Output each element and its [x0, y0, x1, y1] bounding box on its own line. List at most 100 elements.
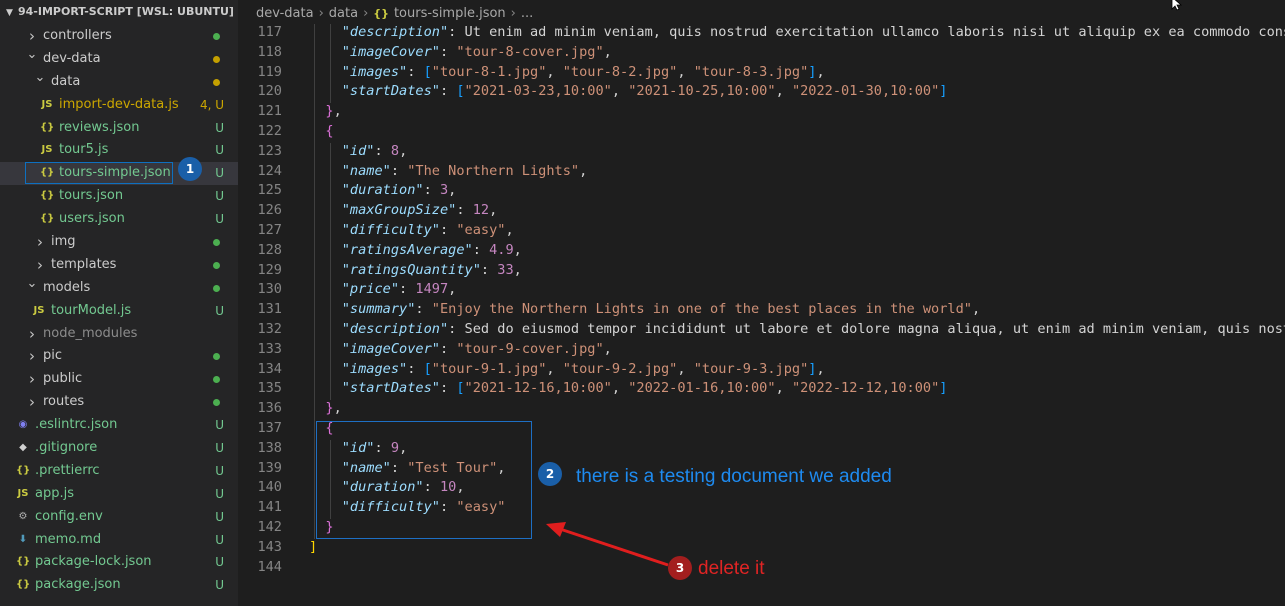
tree-item-label: tourModel.js — [51, 302, 132, 318]
tree-item-label: .prettierrc — [35, 462, 100, 478]
code-text[interactable]: "images": ["tour-8-1.jpg", "tour-8-2.jpg… — [309, 63, 825, 83]
javascript-file-icon: JS — [17, 487, 29, 499]
tree-item-label: tours.json — [59, 188, 124, 204]
file-item[interactable]: JS import-dev-data.js 4, U — [0, 94, 238, 117]
code-text[interactable]: "images": ["tour-9-1.jpg", "tour-9-2.jpg… — [309, 360, 825, 380]
gear-icon: ⚙ — [18, 510, 28, 522]
code-text[interactable]: "startDates": ["2021-12-16,10:00", "2022… — [309, 379, 948, 399]
step-badge-3: 3 — [668, 556, 692, 580]
code-text[interactable]: "id": 8, — [309, 142, 408, 162]
code-text[interactable]: "description": Sed do eiusmod tempor inc… — [309, 320, 1285, 340]
code-text[interactable]: { — [309, 122, 333, 142]
line-number: 142 — [257, 519, 282, 535]
file-item[interactable]: {} reviews.json U — [0, 117, 238, 140]
folder-item[interactable]: › pic — [0, 345, 238, 368]
breadcrumb-item[interactable]: dev-data — [256, 6, 314, 21]
code-text[interactable]: "imageCover": "tour-8-cover.jpg", — [309, 43, 612, 63]
tree-item-label: controllers — [43, 28, 112, 43]
tree-item-label: dev-data — [43, 50, 101, 66]
file-item[interactable]: ⚙ config.env U — [0, 506, 238, 529]
tree-item-label: .eslintrc.json — [35, 417, 118, 433]
tree-item-label: reviews.json — [59, 119, 140, 135]
code-text[interactable]: }, — [309, 399, 341, 419]
line-number: 131 — [257, 301, 282, 318]
tree-item-label: package-lock.json — [35, 554, 152, 570]
git-status: U — [215, 303, 224, 318]
code-text[interactable]: "summary": "Enjoy the Northern Lights in… — [309, 300, 980, 320]
arrow-icon — [546, 522, 669, 567]
line-number: 138 — [257, 439, 282, 456]
breadcrumb-file[interactable]: tours-simple.json — [394, 6, 506, 21]
code-text[interactable]: "ratingsQuantity": 33, — [309, 261, 522, 281]
code-line: 125 "duration": 3, — [238, 181, 1285, 201]
git-status: U — [215, 441, 224, 456]
code-text[interactable]: "description": Ut enim ad minim veniam, … — [309, 24, 1285, 43]
git-status: U — [215, 486, 224, 501]
line-number: 129 — [257, 261, 282, 278]
code-text[interactable]: "ratingsAverage": 4.9, — [309, 241, 522, 261]
file-item[interactable]: ⬇ memo.md U — [0, 529, 238, 552]
line-number: 127 — [257, 222, 282, 238]
tree-item-label: config.env — [35, 508, 103, 524]
folder-item[interactable]: › public — [0, 368, 238, 391]
line-number: 119 — [257, 63, 282, 80]
code-text[interactable]: "price": 1497, — [309, 280, 457, 300]
code-text[interactable]: "maxGroupSize": 12, — [309, 201, 498, 221]
step-badge-2: 2 — [538, 462, 562, 486]
modified-dot-icon — [213, 78, 220, 86]
file-item[interactable]: JS app.js U — [0, 483, 238, 506]
mouse-pointer-icon — [1171, 0, 1183, 11]
line-number: 121 — [257, 103, 282, 120]
breadcrumb-item[interactable]: data — [329, 6, 358, 21]
code-text[interactable]: "difficulty": "easy", — [309, 221, 514, 241]
file-item[interactable]: {} tours-simple.json U — [0, 162, 238, 186]
json-file-icon: {} — [40, 121, 55, 133]
code-text[interactable]: "imageCover": "tour-9-cover.jpg", — [309, 340, 612, 360]
folder-item[interactable]: › routes — [0, 391, 238, 414]
line-number: 136 — [257, 400, 282, 417]
tree-item-label: package.json — [35, 577, 121, 593]
breadcrumb-more[interactable]: ... — [521, 6, 533, 21]
file-item[interactable]: {} package-lock.json U — [0, 551, 238, 574]
code-line: 135 "startDates": ["2021-12-16,10:00", "… — [238, 379, 1285, 399]
tree-item-label: pic — [43, 348, 63, 364]
file-item[interactable]: {} .prettierrc U — [0, 460, 238, 483]
code-line: 123 "id": 8, — [238, 142, 1285, 162]
modified-dot-icon — [213, 284, 220, 292]
explorer-header[interactable]: ▼ 94-IMPORT-SCRIPT [WSL: UBUNTU] — [0, 0, 238, 24]
code-text[interactable]: }, — [309, 102, 341, 122]
file-item[interactable]: ◉ .eslintrc.json U — [0, 414, 238, 437]
file-item[interactable]: ◆ .gitignore U — [0, 437, 238, 460]
line-number: 128 — [257, 241, 282, 258]
code-text[interactable]: ] — [309, 538, 317, 558]
tree-item-label: templates — [51, 256, 117, 272]
folder-item[interactable]: ⌄ models — [0, 276, 238, 300]
file-item[interactable]: JS tourModel.js U — [0, 300, 238, 323]
code-line: 133 "imageCover": "tour-9-cover.jpg", — [238, 340, 1285, 360]
chevron-right-icon: › — [29, 393, 35, 412]
line-number: 125 — [257, 182, 282, 199]
modified-dot-icon — [213, 353, 220, 361]
folder-item[interactable]: ⌄ data — [0, 70, 238, 94]
line-number: 135 — [257, 380, 282, 397]
json-file-icon: {} — [373, 7, 389, 20]
tree-item-label: routes — [43, 394, 85, 410]
tree-item-label: public — [43, 371, 83, 387]
file-item[interactable]: JS tour5.js U — [0, 139, 238, 162]
file-item[interactable]: {} package.json U — [0, 574, 238, 597]
folder-item[interactable]: › node_modules — [0, 323, 238, 346]
file-item[interactable]: {} users.json U — [0, 208, 238, 231]
code-text[interactable]: "startDates": ["2021-03-23,10:00", "2021… — [309, 82, 948, 102]
file-item[interactable]: {} tours.json U — [0, 185, 238, 208]
modified-dot-icon — [213, 239, 220, 247]
json-file-icon: {} — [40, 213, 55, 225]
tree-item-label: tour5.js — [59, 142, 109, 158]
line-number: 143 — [257, 538, 282, 555]
line-number: 140 — [257, 479, 282, 496]
modified-dot-icon — [213, 261, 220, 269]
folder-item[interactable]: › img — [0, 231, 238, 254]
code-text[interactable]: "duration": 3, — [309, 181, 457, 201]
line-number: 124 — [257, 162, 282, 179]
line-number: 126 — [257, 202, 282, 219]
code-text[interactable]: "name": "The Northern Lights", — [309, 162, 588, 182]
